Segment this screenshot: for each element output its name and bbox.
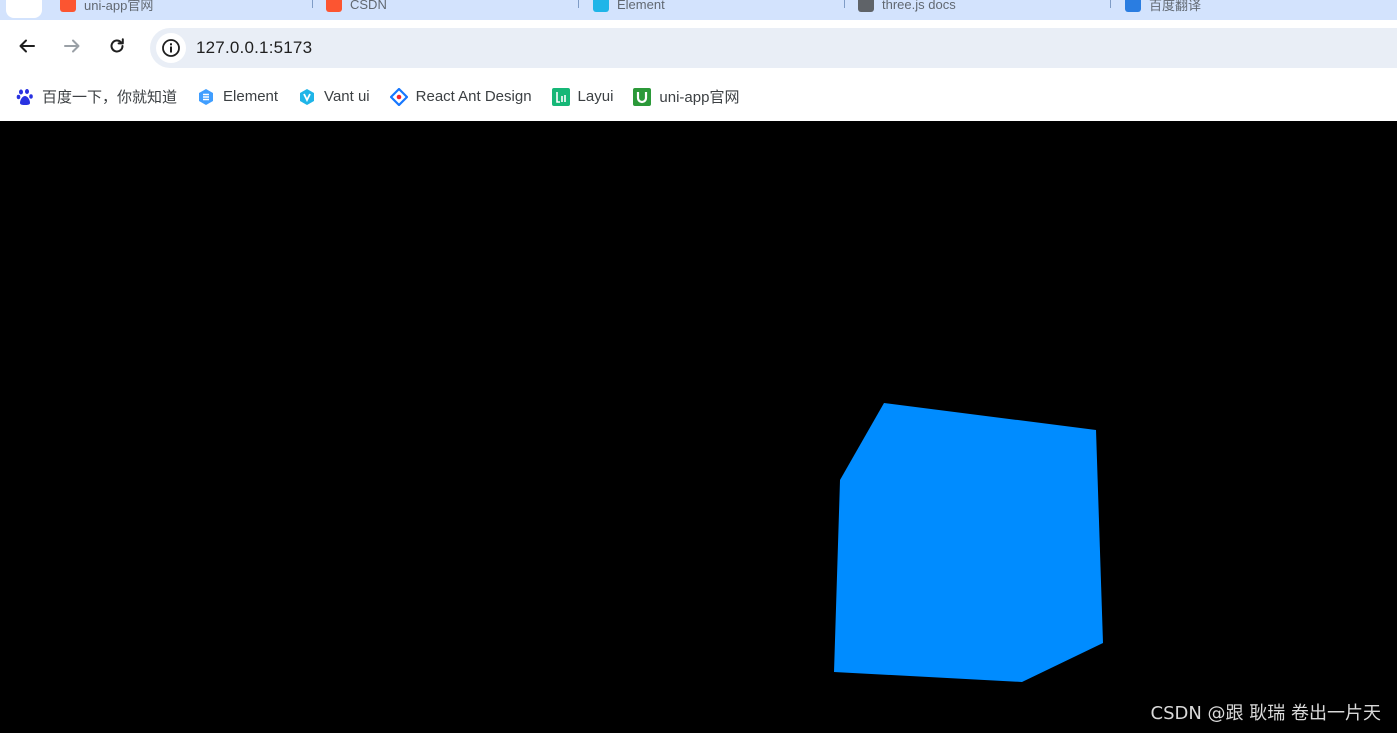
csdn-watermark: CSDN @跟 耿瑞 卷出一片天 bbox=[1150, 703, 1381, 724]
back-button[interactable] bbox=[11, 30, 43, 62]
uniapp-icon bbox=[633, 87, 652, 106]
tab-favicon-icon bbox=[1125, 0, 1141, 12]
ant-design-icon bbox=[389, 87, 408, 106]
bookmark-baidu[interactable]: 百度一下，你就知道 bbox=[10, 81, 183, 113]
tab-favicon-icon bbox=[593, 0, 609, 12]
tab-title: three.js docs bbox=[882, 0, 956, 12]
tab-new-tab-button[interactable] bbox=[6, 0, 42, 18]
element-icon bbox=[197, 88, 215, 106]
bookmark-label: React Ant Design bbox=[415, 88, 532, 105]
bookmark-element[interactable]: Element bbox=[191, 81, 284, 113]
tab-separator bbox=[1110, 0, 1111, 8]
address-bar[interactable]: 127.0.0.1:5173 bbox=[150, 28, 1397, 68]
url-text[interactable]: 127.0.0.1:5173 bbox=[196, 38, 312, 58]
tab-5[interactable]: 百度翻译 bbox=[1125, 0, 1201, 18]
scene-svg bbox=[834, 403, 1103, 682]
tab-3[interactable]: Element bbox=[593, 0, 665, 18]
tab-separator bbox=[312, 0, 313, 8]
reload-button[interactable] bbox=[101, 30, 133, 62]
bookmark-label: Element bbox=[223, 88, 279, 105]
bookmark-label: Vant ui bbox=[324, 88, 370, 105]
tab-2[interactable]: CSDN bbox=[326, 0, 387, 18]
webgl-canvas[interactable]: CSDN @跟 耿瑞 卷出一片天 bbox=[0, 121, 1397, 733]
info-icon bbox=[162, 39, 180, 57]
baidu-paw-icon bbox=[16, 88, 34, 106]
cube-mesh bbox=[834, 403, 1103, 682]
bookmark-vant[interactable]: Vant ui bbox=[292, 81, 376, 113]
tab-favicon-icon bbox=[858, 0, 874, 12]
bookmark-label: 百度一下，你就知道 bbox=[42, 89, 178, 106]
tab-title: 百度翻译 bbox=[1149, 0, 1202, 13]
bookmarks-bar: 百度一下，你就知道 Element Vant ui React Ant Desi… bbox=[0, 72, 1397, 121]
tab-strip: uni-app官网 CSDN Element three.js docs 百度翻… bbox=[0, 0, 1397, 20]
reload-icon bbox=[110, 38, 124, 53]
tab-1[interactable]: uni-app官网 bbox=[60, 0, 153, 18]
arrow-right-icon bbox=[64, 39, 80, 53]
forward-button[interactable] bbox=[56, 30, 88, 62]
tab-title: Element bbox=[617, 0, 665, 12]
tab-separator bbox=[578, 0, 579, 8]
browser-toolbar: 127.0.0.1:5173 bbox=[0, 20, 1397, 72]
bookmark-ant-design[interactable]: React Ant Design bbox=[384, 81, 538, 113]
tab-title: uni-app官网 bbox=[84, 0, 154, 13]
tab-separator bbox=[844, 0, 845, 8]
tab-favicon-icon bbox=[326, 0, 342, 12]
bookmark-layui[interactable]: Layui bbox=[546, 81, 620, 113]
tab-favicon-icon bbox=[60, 0, 76, 12]
bookmark-uniapp[interactable]: uni-app官网 bbox=[627, 81, 745, 113]
bookmark-label: Layui bbox=[577, 88, 614, 105]
tab-title: CSDN bbox=[350, 0, 387, 12]
site-info-button[interactable] bbox=[156, 33, 186, 63]
arrow-left-icon bbox=[19, 39, 35, 53]
tab-4[interactable]: three.js docs bbox=[858, 0, 956, 18]
bookmark-label: uni-app官网 bbox=[659, 89, 740, 106]
layui-icon bbox=[551, 87, 570, 106]
vant-icon bbox=[298, 88, 316, 106]
